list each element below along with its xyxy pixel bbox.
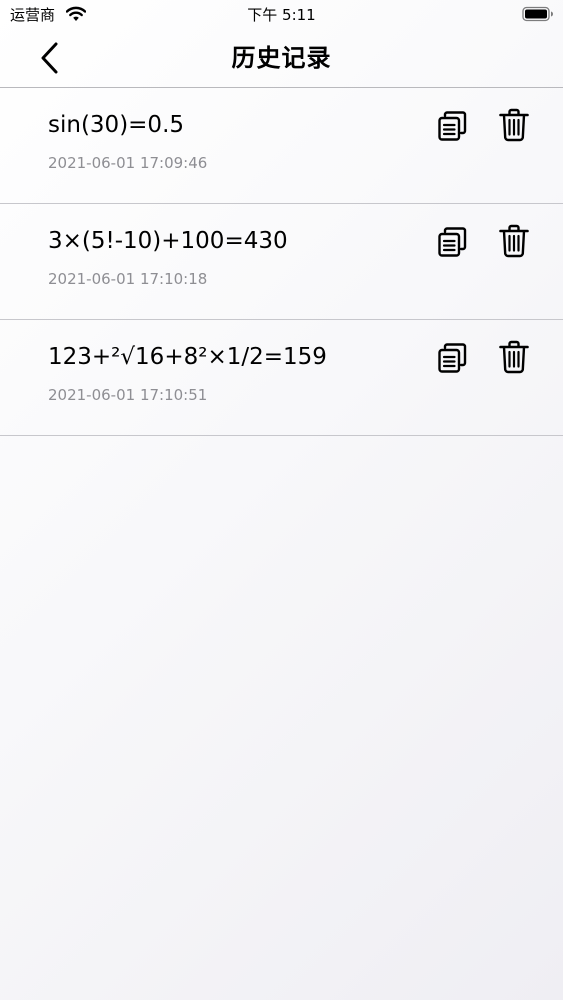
status-time: 下午 5:11 bbox=[247, 6, 316, 24]
delete-button[interactable] bbox=[498, 224, 530, 258]
navigation-bar: 历史记录 bbox=[0, 30, 563, 88]
history-expression: 123+²√16+8²×1/2=159 bbox=[48, 344, 327, 370]
copy-icon bbox=[436, 110, 468, 142]
copy-icon bbox=[436, 342, 468, 374]
delete-button[interactable] bbox=[498, 108, 530, 142]
copy-icon bbox=[436, 226, 468, 258]
history-list: sin(30)=0.5 2021-06-01 17:09:46 3×(5!-10… bbox=[0, 88, 563, 436]
status-bar: 运营商 下午 5:11 bbox=[0, 0, 563, 30]
battery-icon bbox=[522, 6, 554, 22]
page-title: 历史记录 bbox=[231, 44, 332, 72]
trash-icon bbox=[498, 108, 530, 142]
history-item[interactable]: sin(30)=0.5 2021-06-01 17:09:46 bbox=[0, 88, 563, 204]
copy-button[interactable] bbox=[436, 342, 468, 374]
history-timestamp: 2021-06-01 17:10:51 bbox=[48, 386, 208, 404]
history-timestamp: 2021-06-01 17:10:18 bbox=[48, 270, 208, 288]
delete-button[interactable] bbox=[498, 340, 530, 374]
copy-button[interactable] bbox=[436, 110, 468, 142]
trash-icon bbox=[498, 340, 530, 374]
history-expression: 3×(5!-10)+100=430 bbox=[48, 228, 288, 254]
history-item[interactable]: 123+²√16+8²×1/2=159 2021-06-01 17:10:51 bbox=[0, 320, 563, 436]
history-item[interactable]: 3×(5!-10)+100=430 2021-06-01 17:10:18 bbox=[0, 204, 563, 320]
trash-icon bbox=[498, 224, 530, 258]
copy-button[interactable] bbox=[436, 226, 468, 258]
history-timestamp: 2021-06-01 17:09:46 bbox=[48, 154, 208, 172]
history-expression: sin(30)=0.5 bbox=[48, 112, 185, 138]
